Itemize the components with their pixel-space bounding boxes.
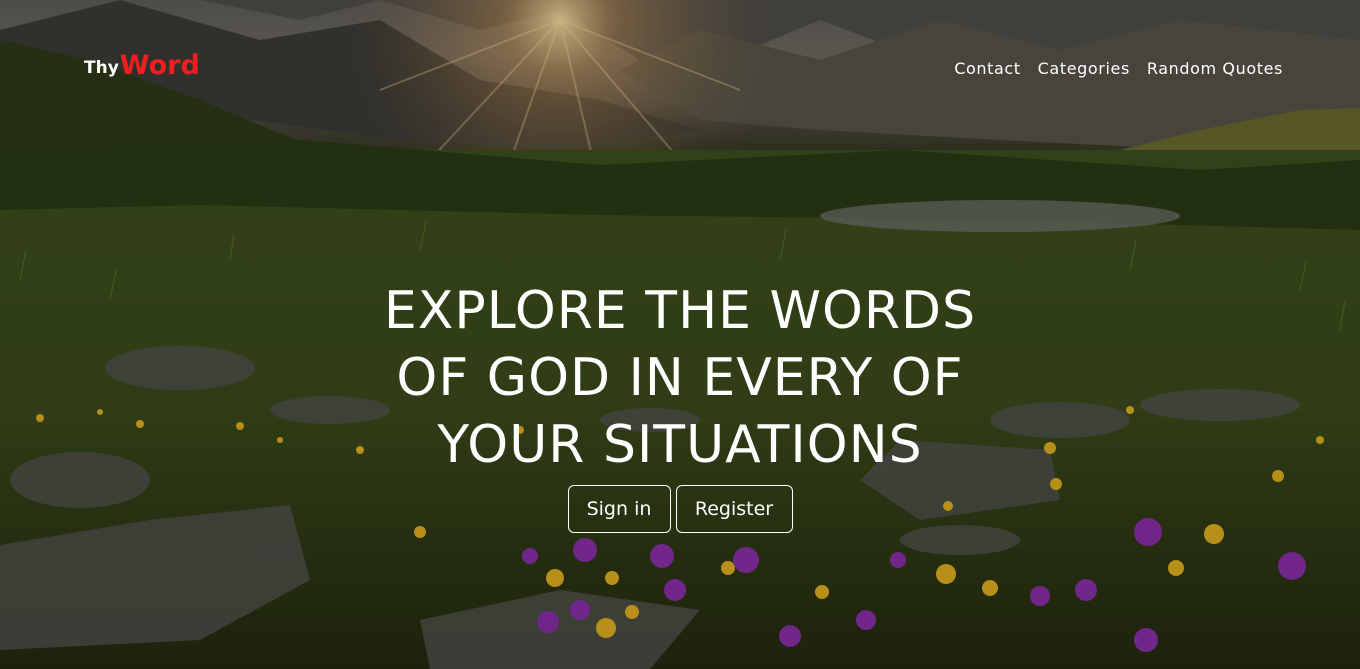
headline-line-3: YOUR SITUATIONS xyxy=(437,415,923,475)
brand-logo[interactable]: Thy Word xyxy=(84,52,200,79)
hero-section: Thy Word Contact Categories Random Quote… xyxy=(0,0,1360,669)
register-button[interactable]: Register xyxy=(675,485,793,533)
headline-line-2: OF GOD IN EVERY OF xyxy=(396,348,964,408)
hero-headline: EXPLORE THE WORDS OF GOD IN EVERY OF YOU… xyxy=(0,278,1360,479)
nav-item-categories[interactable]: Categories xyxy=(1038,59,1130,78)
hero-actions: Sign in Register xyxy=(0,485,1360,533)
nav-item-contact[interactable]: Contact xyxy=(954,59,1020,78)
main-nav: Contact Categories Random Quotes xyxy=(954,59,1283,78)
sign-in-button[interactable]: Sign in xyxy=(567,485,671,533)
logo-prefix: Thy xyxy=(84,58,119,78)
headline-line-1: EXPLORE THE WORDS xyxy=(383,281,977,341)
logo-name: Word xyxy=(119,50,200,81)
nav-item-random-quotes[interactable]: Random Quotes xyxy=(1147,59,1283,78)
